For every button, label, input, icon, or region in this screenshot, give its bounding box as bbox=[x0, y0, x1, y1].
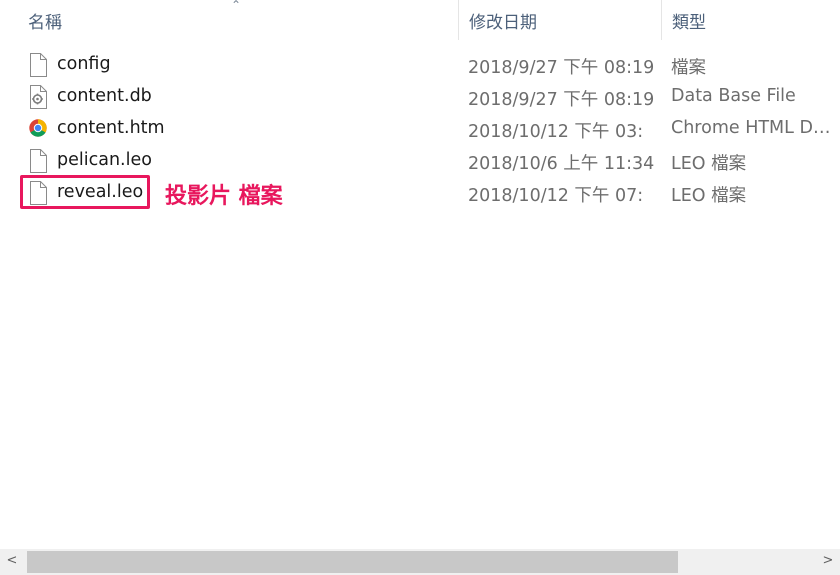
column-name[interactable]: 名稱 bbox=[28, 8, 62, 33]
highlight-box bbox=[20, 175, 150, 209]
sort-ascending-icon: ⌃ bbox=[231, 0, 242, 12]
file-row-content-db[interactable]: content.db 2018/9/27 下午 08:19 Data Base … bbox=[0, 80, 840, 112]
file-date: 2018/10/6 上午 11:34 bbox=[468, 154, 655, 174]
file-icon bbox=[30, 53, 47, 77]
database-file-icon bbox=[30, 85, 47, 109]
file-date: 2018/10/12 下午 07: bbox=[468, 186, 644, 206]
file-type: LEO 檔案 bbox=[671, 154, 747, 174]
file-row-content-htm[interactable]: content.htm 2018/10/12 下午 03: Chrome HTM… bbox=[0, 112, 840, 144]
column-divider[interactable] bbox=[661, 0, 662, 40]
file-date: 2018/9/27 下午 08:19 bbox=[468, 58, 655, 78]
file-name: config bbox=[57, 54, 111, 74]
file-name: content.htm bbox=[57, 118, 165, 138]
file-row-config[interactable]: config 2018/9/27 下午 08:19 檔案 bbox=[0, 48, 840, 80]
column-header: 名稱 ⌃ 修改日期 類型 bbox=[0, 0, 840, 40]
file-type: LEO 檔案 bbox=[671, 186, 747, 206]
file-name: content.db bbox=[57, 86, 152, 106]
scroll-right-icon[interactable]: > bbox=[818, 553, 838, 568]
horizontal-scrollbar[interactable]: < > bbox=[0, 549, 840, 575]
file-icon bbox=[30, 149, 47, 173]
annotation-label: 投影片 檔案 bbox=[165, 183, 283, 209]
scrollbar-thumb[interactable] bbox=[27, 551, 678, 573]
file-type: Chrome HTML Doc... bbox=[671, 118, 840, 138]
file-date: 2018/10/12 下午 03: bbox=[468, 122, 644, 142]
file-name: pelican.leo bbox=[57, 150, 152, 170]
file-row-pelican-leo[interactable]: pelican.leo 2018/10/6 上午 11:34 LEO 檔案 bbox=[0, 144, 840, 176]
file-date: 2018/9/27 下午 08:19 bbox=[468, 90, 655, 110]
column-type[interactable]: 類型 bbox=[672, 8, 706, 33]
file-type: 檔案 bbox=[671, 58, 706, 78]
scroll-left-icon[interactable]: < bbox=[2, 553, 22, 568]
column-divider[interactable] bbox=[458, 0, 459, 40]
chrome-icon bbox=[29, 119, 47, 137]
file-type: Data Base File bbox=[671, 86, 796, 106]
column-date-modified[interactable]: 修改日期 bbox=[469, 8, 537, 33]
